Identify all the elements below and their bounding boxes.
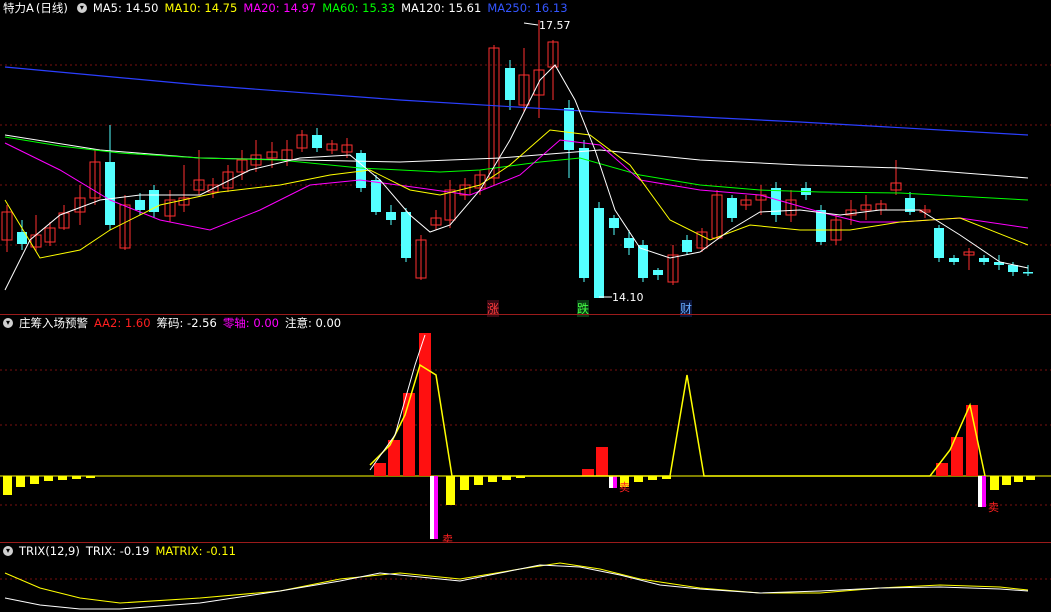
trix-line [4,564,1029,610]
low-marker: 14.10 [612,291,644,304]
candle-body-down [401,212,411,258]
candle-body-down [653,270,663,275]
attention-line [369,363,986,477]
kline-panel[interactable]: 特力A (日线) ▾ MA5: 14.50 MA10: 14.75 MA20: 14… [0,0,1051,317]
chip-bar [1002,476,1011,485]
aa2-bar [582,469,594,476]
candle-body-down [135,200,145,210]
sell-bar-magenta [982,476,986,507]
chip-bar [1014,476,1023,482]
sell-bar-white [430,476,434,539]
candle-body-down [934,228,944,258]
ma5-line [4,64,1029,291]
chip-bar [990,476,999,490]
candle-body-down [624,238,634,248]
candle-body-down [564,108,574,150]
indicator-chart[interactable]: 卖卖卖 [0,315,1051,542]
aa2-bar [374,463,386,476]
high-marker: 17.57 [539,19,571,32]
candle-body-down [682,240,692,252]
chip-bar [488,476,497,482]
matrix-line [4,562,1029,604]
candle-body-down [505,68,515,100]
candle-body-down [371,180,381,212]
sell-bar-magenta [434,476,438,539]
candle-body-down [949,258,959,262]
sell-bar-white [978,476,982,507]
chip-bar [1026,476,1035,480]
trix-panel[interactable]: ▾ TRIX(12,9) TRIX: -0.19 MATRIX: -0.11 [0,543,1051,612]
candle-body-down [816,210,826,242]
candle-body-down [149,190,159,212]
candle-body-down [1023,272,1033,274]
kline-chart[interactable] [0,0,1051,313]
chip-bar [30,476,39,484]
sell-label: 卖 [442,533,453,542]
indicator-panel[interactable]: ▾ 庄筹入场预警 AA2: 1.60 筹码: -2.56 零轴: 0.00 注意: 0… [0,315,1051,542]
chip-bar [86,476,95,478]
aa2-bar [403,393,415,476]
chip-bar [72,476,81,479]
candle-body-down [594,208,604,298]
sell-bar-white [609,476,613,488]
candle-body-down [727,198,737,218]
chip-bar [3,476,12,495]
chip-bar [44,476,53,481]
chip-bar [58,476,67,480]
candle-body-down [579,148,589,278]
aa2-bar [419,333,431,476]
candle-body-down [312,135,322,148]
chip-bar [446,476,455,505]
chip-bar [474,476,483,485]
ma120-line [4,134,1029,179]
candle-body-down [609,218,619,228]
high-marker-line [523,22,539,26]
sell-label: 卖 [988,501,999,514]
chip-bar [16,476,25,487]
sell-label: 卖 [619,481,630,494]
chip-bar [634,476,643,482]
candle-body-down [1008,265,1018,272]
aa2-bar [596,447,608,476]
candle-body-down [979,258,989,262]
candle-body-down [386,212,396,220]
sell-bar-magenta [613,476,617,488]
candle-body-down [105,162,115,225]
chip-bar [460,476,469,490]
trix-chart[interactable] [0,543,1051,612]
